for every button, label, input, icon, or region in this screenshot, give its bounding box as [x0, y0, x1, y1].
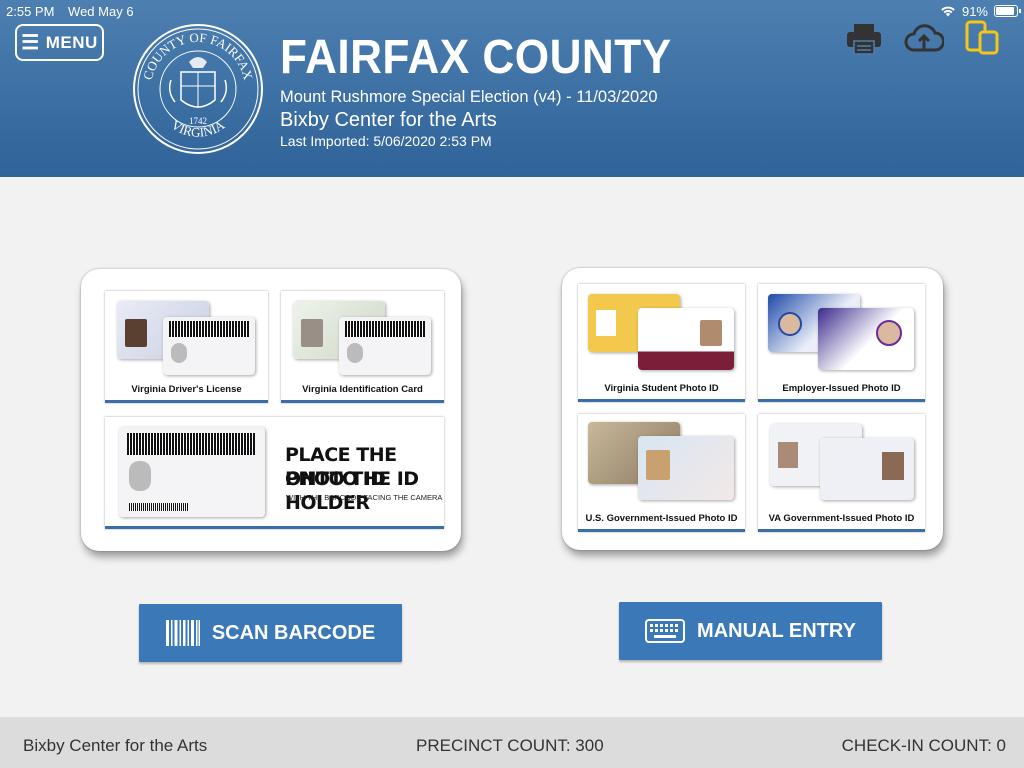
battery-icon — [994, 5, 1021, 17]
last-imported: Last Imported: 5/06/2020 2:53 PM — [280, 133, 492, 149]
wifi-icon — [941, 6, 955, 17]
passport-card-image — [638, 436, 734, 500]
election-name: Mount Rushmore Special Election (v4) - 1… — [280, 88, 658, 106]
menu-button[interactable]: ☰ MENU — [15, 24, 104, 61]
keyboard-icon — [645, 619, 686, 643]
tile-drivers-license: Virginia Driver's License — [105, 291, 268, 403]
tile-label: VA Government-Issued Photo ID — [768, 513, 915, 524]
cloud-upload-icon[interactable] — [904, 24, 944, 54]
other-id-card-panel: Virginia Student Photo ID Employer-Issue… — [562, 268, 943, 550]
tile-va-government-id: VA Government-Issued Photo ID — [758, 414, 925, 532]
tile-employer-id: Employer-Issued Photo ID — [758, 284, 925, 402]
virginia-tech-id-image — [638, 308, 734, 370]
device-switch-icon[interactable] — [965, 20, 1001, 56]
menu-label: MENU — [45, 32, 98, 52]
tile-us-government-id: U.S. Government-Issued Photo ID — [578, 414, 745, 532]
drivers-license-back-image — [163, 317, 255, 375]
tile-label: Virginia Driver's License — [131, 384, 242, 395]
footer-location: Bixby Center for the Arts — [23, 736, 208, 755]
status-time: 2:55 PM — [6, 3, 55, 19]
tile-student-id: Virginia Student Photo ID — [578, 284, 745, 402]
leidos-id-image — [818, 308, 914, 370]
commonwealth-id-image — [820, 438, 914, 500]
status-bar: 2:55 PM Wed May 6 91% — [6, 3, 1021, 19]
county-title: FAIRFAX COUNTY — [280, 31, 672, 84]
status-date: Wed May 6 — [68, 3, 134, 19]
tile-label: U.S. Government-Issued Photo ID — [585, 513, 738, 524]
county-seal-logo: COUNTY OF FAIRFAX VIRGINIA 1742 — [133, 24, 263, 154]
virginia-id-card-panel: Virginia Driver's License Virginia Ident… — [81, 269, 461, 551]
tile-label: Virginia Student Photo ID — [604, 383, 719, 394]
precinct-count: PRECINCT COUNT: 300 — [416, 736, 604, 755]
app-header: 2:55 PM Wed May 6 91% ☰ MENU COUNTY OF F… — [0, 0, 1024, 177]
polling-location: Bixby Center for the Arts — [280, 109, 497, 131]
barcode-icon — [165, 620, 200, 646]
manual-entry-label: MANUAL ENTRY — [697, 619, 856, 642]
svg-text:1742: 1742 — [189, 116, 207, 126]
id-card-back-image — [339, 317, 431, 375]
id-back-barcode-image — [119, 427, 265, 517]
instruction-subtext: WITH THE BARCODE FACING THE CAMERA — [286, 493, 443, 502]
manual-entry-button[interactable]: MANUAL ENTRY — [619, 602, 882, 660]
footer-bar: Bixby Center for the Arts PRECINCT COUNT… — [0, 717, 1024, 768]
battery-percent: 91% — [961, 3, 988, 19]
tile-label: Employer-Issued Photo ID — [782, 383, 901, 394]
instruction-line-2: ONTO THE ID HOLDER — [285, 468, 419, 514]
tile-identification-card: Virginia Identification Card — [281, 291, 444, 403]
printer-icon[interactable] — [845, 22, 883, 56]
tile-label: Virginia Identification Card — [302, 384, 423, 395]
scan-barcode-button[interactable]: SCAN BARCODE — [139, 604, 402, 662]
tile-id-holder-instruction: PLACE THE PHOTO ID ONTO THE ID HOLDER WI… — [105, 417, 444, 529]
hamburger-icon: ☰ — [21, 31, 40, 54]
checkin-count: CHECK-IN COUNT: 0 — [841, 736, 1006, 755]
scan-barcode-label: SCAN BARCODE — [211, 621, 376, 644]
